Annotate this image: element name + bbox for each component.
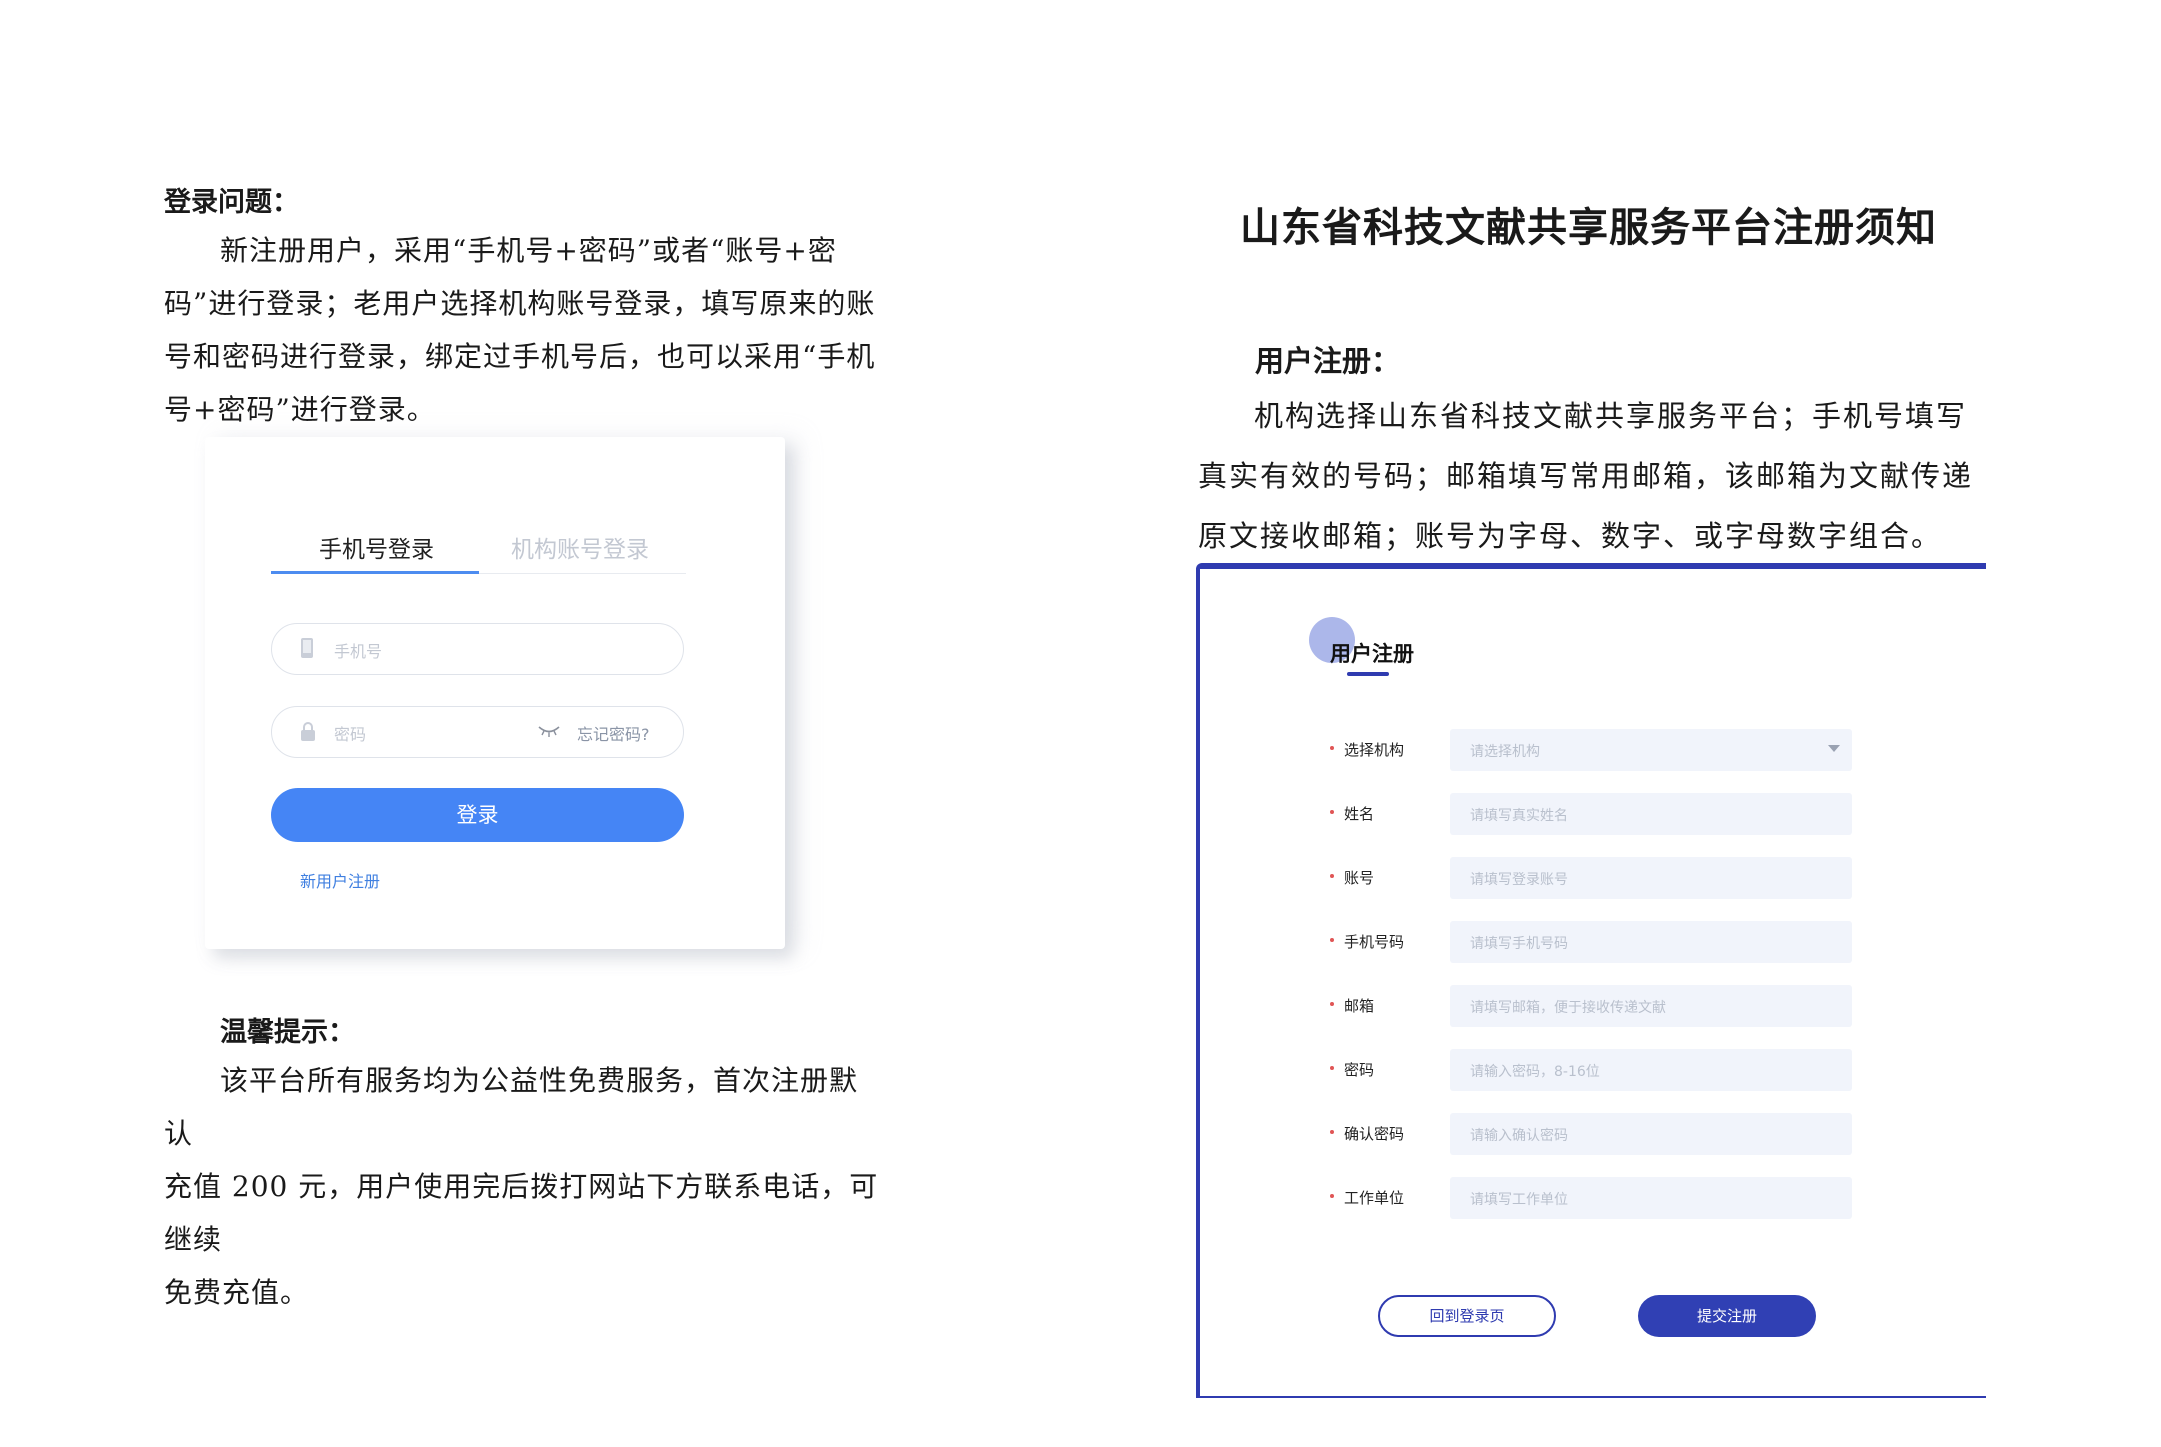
chevron-down-icon [1828,745,1840,752]
tab-phone-login[interactable]: 手机号登录 [319,530,434,564]
field-label: 姓名 [1344,805,1375,823]
field-label: 确认密码 [1344,1125,1405,1143]
registration-form: 用户注册 选择机构 请选择机构 姓名 请填写真实姓名 账号 请填写登录账号 手机… [1196,563,1986,1398]
required-marker [1330,810,1334,814]
field-placeholder: 请填写登录账号 [1470,872,1568,888]
account-input[interactable]: 请填写登录账号 [1450,857,1852,899]
lock-icon [300,721,316,745]
field-placeholder: 请填写手机号码 [1470,936,1568,952]
field-label: 手机号码 [1344,933,1405,951]
required-marker [1330,874,1334,878]
user-registration-heading: 用户注册： [1255,344,1401,378]
field-label: 密码 [1344,1061,1375,1079]
form-title-underline [1347,672,1389,676]
tip-heading: 温馨提示： [220,1017,355,1048]
required-marker [1330,1194,1334,1198]
phone-placeholder: 手机号 [334,642,383,661]
back-to-login-button[interactable]: 回到登录页 [1378,1295,1556,1337]
eye-closed-icon[interactable] [538,723,560,742]
password-input[interactable]: 密码 忘记密码? [271,706,684,758]
paragraph-line: 真实有效的号码；邮箱填写常用邮箱，该邮箱为文献传递 [1198,459,1974,493]
field-label: 账号 [1344,869,1375,887]
field-placeholder: 请输入确认密码 [1470,1128,1568,1144]
paragraph-line: 免费充值。 [164,1276,310,1309]
password-placeholder: 密码 [334,725,367,744]
registration-paragraph: 机构选择山东省科技文献共享服务平台；手机号填写 真实有效的号码；邮箱填写常用邮箱… [1198,386,1998,566]
login-issues-heading: 登录问题： [164,187,299,218]
field-placeholder: 请输入密码，8-16位 [1470,1064,1600,1080]
field-label: 邮箱 [1344,997,1375,1015]
field-label: 选择机构 [1344,741,1405,759]
page-title: 山东省科技文献共享服务平台注册须知 [1240,204,1937,251]
tab-active-indicator [271,571,479,574]
paragraph-line: 该平台所有服务均为公益性免费服务，首次注册默认 [164,1064,859,1150]
form-title: 用户注册 [1330,642,1414,666]
field-placeholder: 请填写邮箱，便于接收传递文献 [1470,1000,1666,1016]
new-user-register-link[interactable]: 新用户注册 [300,868,380,892]
field-placeholder: 请填写工作单位 [1470,1192,1568,1208]
password-field[interactable]: 请输入密码，8-16位 [1450,1049,1852,1091]
field-label: 工作单位 [1344,1189,1405,1207]
login-issues-paragraph: 新注册用户，采用“手机号+密码”或者“账号+密 码”进行登录；老用户选择机构账号… [164,224,884,436]
tab-org-login[interactable]: 机构账号登录 [511,530,649,564]
paragraph-line: 号和密码进行登录，绑定过手机号后，也可以采用“手机 [164,340,876,373]
phone-input[interactable]: 手机号 [271,623,684,675]
field-placeholder: 请填写真实姓名 [1470,808,1568,824]
paragraph-line: 原文接收邮箱；账号为字母、数字、或字母数字组合。 [1198,519,1943,553]
login-button[interactable]: 登录 [271,788,684,842]
forgot-password-link[interactable]: 忘记密码? [577,721,650,745]
submit-registration-button[interactable]: 提交注册 [1638,1295,1816,1337]
paragraph-line: 号+密码”进行登录。 [164,393,436,426]
email-input[interactable]: 请填写邮箱，便于接收传递文献 [1450,985,1852,1027]
confirm-password-field[interactable]: 请输入确认密码 [1450,1113,1852,1155]
paragraph-line: 机构选择山东省科技文献共享服务平台；手机号填写 [1254,399,1968,433]
name-input[interactable]: 请填写真实姓名 [1450,793,1852,835]
required-marker [1330,1002,1334,1006]
workplace-input[interactable]: 请填写工作单位 [1450,1177,1852,1219]
required-marker [1330,746,1334,750]
paragraph-line: 码”进行登录；老用户选择机构账号登录，填写原来的账 [164,287,876,320]
phone-number-input[interactable]: 请填写手机号码 [1450,921,1852,963]
tip-paragraph: 该平台所有服务均为公益性免费服务，首次注册默认 充值 200 元，用户使用完后拨… [164,1054,884,1319]
paragraph-line: 充值 200 元，用户使用完后拨打网站下方联系电话，可继续 [164,1170,879,1256]
paragraph-line: 新注册用户，采用“手机号+密码”或者“账号+密 [220,234,837,267]
institution-select[interactable]: 请选择机构 [1450,729,1852,771]
required-marker [1330,1066,1334,1070]
phone-icon [300,638,314,662]
field-placeholder: 请选择机构 [1470,744,1540,760]
required-marker [1330,1130,1334,1134]
login-card: 手机号登录 机构账号登录 手机号 密码 忘记密码? 登录 新用户注册 [205,437,785,949]
required-marker [1330,938,1334,942]
